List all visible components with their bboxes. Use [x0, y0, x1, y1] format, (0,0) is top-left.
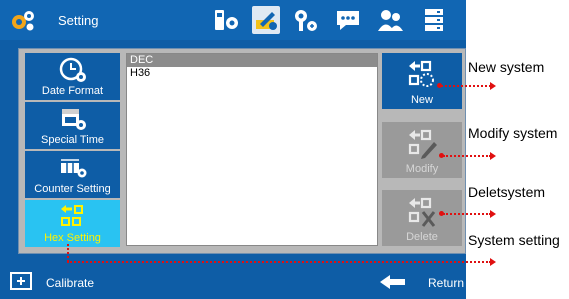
return-button[interactable]: Return [428, 276, 464, 290]
menu-label: Hex Setting [44, 232, 101, 244]
menu-label: Date Format [41, 85, 104, 97]
arrow-right-icon [490, 258, 496, 266]
list-item[interactable]: DEC [127, 54, 377, 67]
list-item[interactable]: H36 [127, 67, 377, 80]
clock-gear-icon [59, 57, 86, 82]
device-screen: Setting Date Format Special Time Counter… [0, 0, 466, 299]
edit-settings-icon [256, 12, 277, 30]
menu-date-format[interactable]: Date Format [25, 53, 120, 100]
menu-hex-setting[interactable]: Hex Setting [25, 200, 120, 247]
annotation-new-system: New system [468, 59, 545, 75]
counter-gear-icon [61, 159, 87, 178]
annotation-modify-system: Modify system [468, 125, 558, 141]
menu-special-time[interactable]: Special Time [25, 102, 120, 149]
annotation-system-setting: System setting [468, 232, 560, 248]
arrow-right-icon [490, 210, 496, 218]
return-arrow-icon[interactable] [378, 272, 408, 290]
delete-x-icon [408, 197, 436, 227]
new-system-icon [408, 60, 434, 87]
page-title: Setting [58, 13, 99, 28]
menu-label: Special Time [41, 134, 104, 146]
delete-button[interactable]: Delete [382, 190, 462, 246]
modify-button[interactable]: Modify [382, 122, 462, 178]
gears-icon [12, 11, 34, 31]
hex-arrows-icon [61, 205, 83, 226]
new-button[interactable]: New [382, 53, 462, 109]
calendar-gear-icon [62, 109, 86, 130]
annotation-leader-modify [443, 155, 491, 157]
arrow-right-icon [490, 152, 496, 160]
users-icon[interactable] [376, 6, 404, 34]
annotation-leader-delete [443, 213, 491, 215]
calibrate-button[interactable]: Calibrate [46, 276, 94, 290]
action-label: Delete [406, 231, 438, 243]
system-list[interactable]: DEC H36 [126, 53, 378, 246]
modify-pencil-icon [408, 129, 437, 159]
annotation-delete-system: Deletsystem [468, 184, 546, 200]
action-label: New [410, 94, 433, 106]
menu-counter-setting[interactable]: Counter Setting [25, 151, 120, 198]
device-settings-icon[interactable] [212, 6, 240, 34]
annotation-leader-system [67, 261, 491, 263]
edit-settings-tab[interactable] [252, 6, 280, 34]
server-icon[interactable] [420, 6, 448, 34]
key-tool-icon[interactable] [292, 6, 320, 34]
menu-label: Counter Setting [34, 183, 111, 195]
annotation-leader-new [441, 85, 491, 87]
message-icon[interactable] [334, 6, 362, 34]
calibrate-icon[interactable] [10, 272, 32, 290]
arrow-right-icon [490, 82, 496, 90]
annotation-leader-system-vertical [67, 244, 69, 262]
action-label: Modify [405, 163, 439, 175]
